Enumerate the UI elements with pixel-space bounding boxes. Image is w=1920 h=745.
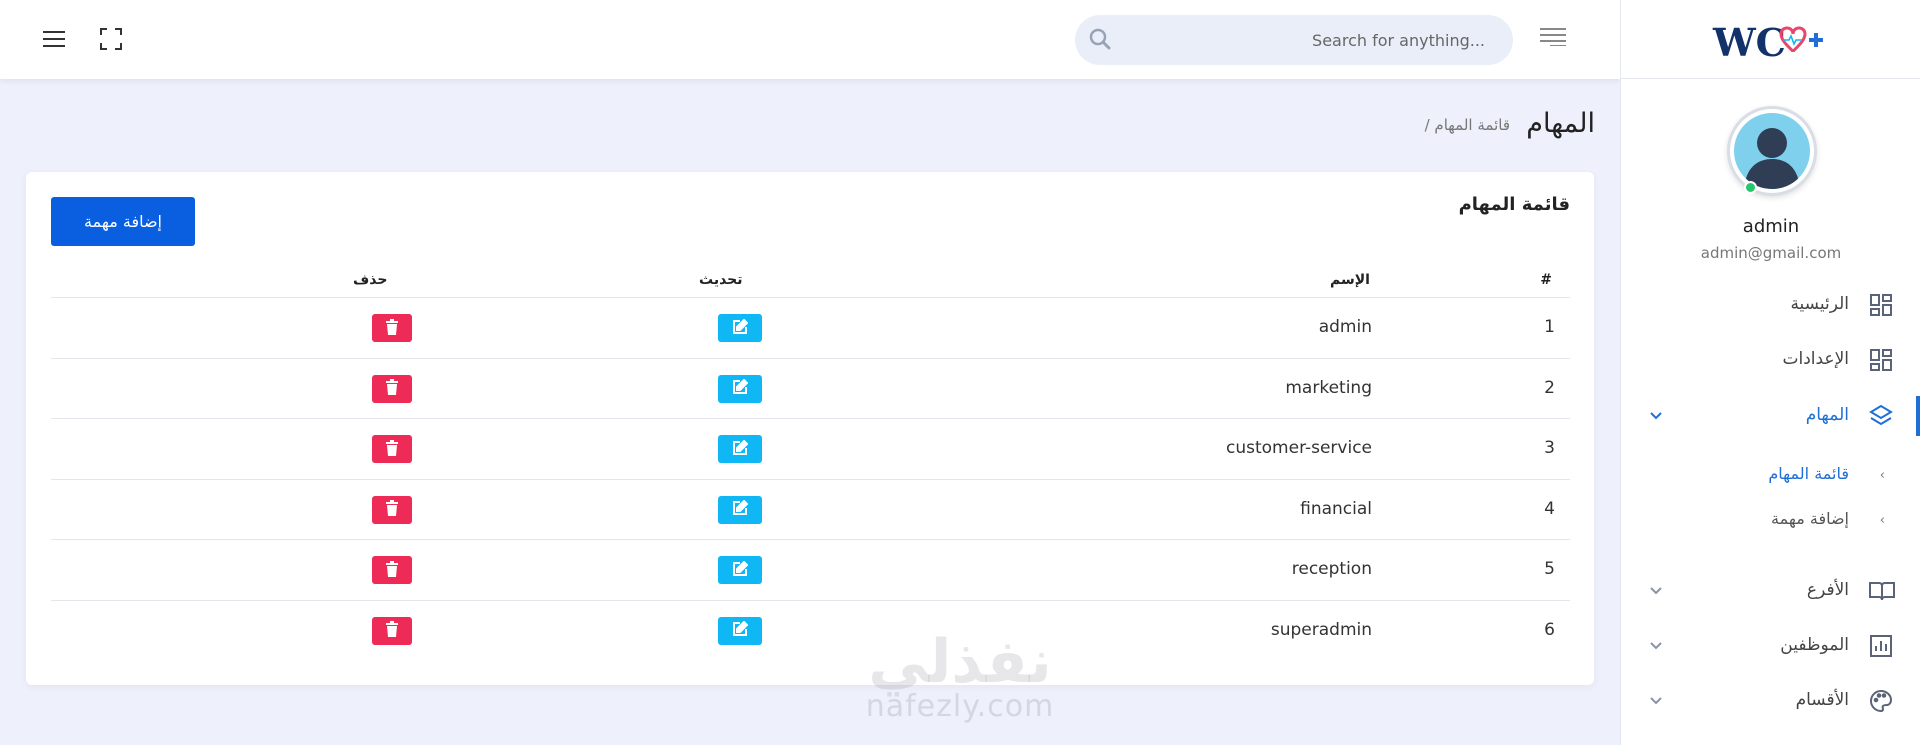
edit-button[interactable] (718, 556, 762, 584)
table-row: 6 superadmin (51, 601, 1570, 662)
row-number: 6 (1544, 619, 1555, 640)
dashboard-icon (1869, 293, 1895, 319)
edit-icon (732, 560, 749, 580)
sidebar-item-departments[interactable]: الأقسام (1621, 681, 1920, 721)
user-email: admin@gmail.com (1700, 244, 1842, 262)
svg-text:WC: WC (1712, 20, 1786, 65)
online-status-dot (1744, 181, 1757, 194)
search-bar (1075, 15, 1513, 65)
column-header-name: الإسم (1330, 272, 1370, 288)
watermark-latin: nafezly.com (865, 689, 1055, 724)
sidebar-subitem-label: إضافة مهمة (1771, 509, 1849, 528)
hamburger-menu-icon[interactable] (39, 24, 69, 54)
chevron-left-icon: ‹ (1879, 513, 1885, 528)
palette-icon (1869, 689, 1895, 715)
row-number: 1 (1544, 317, 1555, 337)
column-header-num: # (1540, 272, 1552, 288)
top-header (0, 0, 1620, 79)
row-number: 4 (1544, 498, 1555, 519)
sidebar-item-employees[interactable]: الموظفين (1621, 626, 1920, 666)
chevron-left-icon: ‹ (1879, 468, 1885, 483)
bar-chart-icon (1869, 634, 1895, 660)
delete-button[interactable] (372, 616, 412, 645)
table-row: 4 financial (51, 480, 1570, 540)
layers-icon (1869, 404, 1895, 430)
sidebar-item-tasks[interactable]: المهام (1621, 396, 1920, 436)
sidebar-item-label: الإعدادات (1782, 349, 1849, 369)
watermark-arabic: نفذلي (868, 627, 1052, 697)
sidebar-subitem-add-task[interactable]: إضافة مهمة ‹ (1621, 504, 1920, 534)
search-input[interactable] (1125, 15, 1495, 65)
search-icon[interactable] (1089, 28, 1113, 52)
active-indicator (1916, 396, 1920, 436)
edit-button[interactable] (718, 435, 762, 463)
table-row: 5 reception (51, 540, 1570, 601)
trash-icon (385, 621, 399, 640)
delete-button[interactable] (372, 556, 412, 584)
row-name: admin (1318, 317, 1372, 337)
row-name: marketing (1285, 377, 1372, 398)
trash-icon (385, 439, 399, 459)
edit-icon (732, 439, 749, 459)
delete-button[interactable] (372, 435, 412, 463)
task-list-card: قائمة المهام إضافة مهمة # الإسم تحديث حذ… (26, 172, 1594, 685)
edit-icon (732, 499, 749, 519)
book-icon (1869, 579, 1895, 605)
sidebar-item-home[interactable]: الرئيسية (1621, 285, 1920, 325)
chevron-down-icon[interactable] (1649, 693, 1663, 707)
chevron-down-icon[interactable] (1649, 583, 1663, 597)
card-title: قائمة المهام (1458, 194, 1570, 215)
fullscreen-icon[interactable] (96, 24, 126, 54)
dashboard-icon (1869, 348, 1895, 374)
row-name: superadmin (1270, 619, 1372, 640)
row-name: reception (1291, 559, 1372, 579)
row-number: 5 (1544, 559, 1555, 579)
delete-button[interactable] (372, 495, 412, 524)
sidebar-item-label: الأقسام (1795, 690, 1849, 710)
edit-button[interactable] (718, 495, 762, 524)
edit-icon (732, 378, 749, 398)
trash-icon (385, 379, 399, 398)
add-task-button[interactable]: إضافة مهمة (51, 197, 195, 246)
sidebar-item-label: الأفرع (1806, 580, 1849, 600)
column-header-edit: تحديث (699, 272, 743, 288)
user-name: admin (1742, 216, 1800, 237)
sidebar-item-label: المهام (1805, 405, 1849, 425)
sidebar-item-branches[interactable]: الأفرع (1621, 571, 1920, 611)
chevron-down-icon[interactable] (1649, 408, 1663, 422)
row-name: financial (1300, 498, 1372, 519)
column-header-delete: حذف (353, 272, 388, 288)
trash-icon (385, 318, 399, 338)
avatar[interactable] (1727, 106, 1817, 196)
table-row: 1 admin (51, 298, 1570, 359)
table-row: 2 marketing (51, 359, 1570, 419)
table-row: 3 customer-service (51, 419, 1570, 480)
trash-icon (385, 560, 399, 580)
chevron-down-icon[interactable] (1649, 638, 1663, 652)
edit-button[interactable] (718, 374, 762, 403)
sidebar-subitem-task-list[interactable]: قائمة المهام ‹ (1621, 459, 1920, 489)
table-header: # الإسم تحديث حذف (51, 268, 1570, 298)
sidebar-subitem-label: قائمة المهام (1768, 464, 1849, 483)
tasks-table: # الإسم تحديث حذف 1 admin 2 marketing 3 … (51, 268, 1570, 661)
sidebar-item-settings[interactable]: الإعدادات (1621, 340, 1920, 380)
edit-icon (732, 620, 749, 640)
watermark: نفذلي nafezly.com (850, 632, 1070, 722)
sidebar-item-label: الموظفين (1780, 635, 1849, 655)
brand-logo[interactable]: WC (1621, 0, 1920, 79)
row-name: customer-service (1226, 438, 1372, 458)
edit-icon (732, 318, 749, 338)
trash-icon (385, 500, 399, 519)
edit-button[interactable] (718, 314, 762, 342)
edit-button[interactable] (718, 616, 762, 645)
sidebar: WC admin admin@gmail.com الرئيسية الإعدا… (1620, 0, 1920, 745)
delete-button[interactable] (372, 374, 412, 403)
sidebar-item-label: الرئيسية (1790, 294, 1849, 314)
align-right-icon[interactable] (1540, 26, 1572, 54)
row-number: 2 (1544, 377, 1555, 398)
page-title: المهام (1526, 108, 1595, 139)
row-number: 3 (1544, 438, 1555, 458)
breadcrumb[interactable]: / قائمة المهام (1425, 116, 1510, 134)
delete-button[interactable] (372, 314, 412, 342)
